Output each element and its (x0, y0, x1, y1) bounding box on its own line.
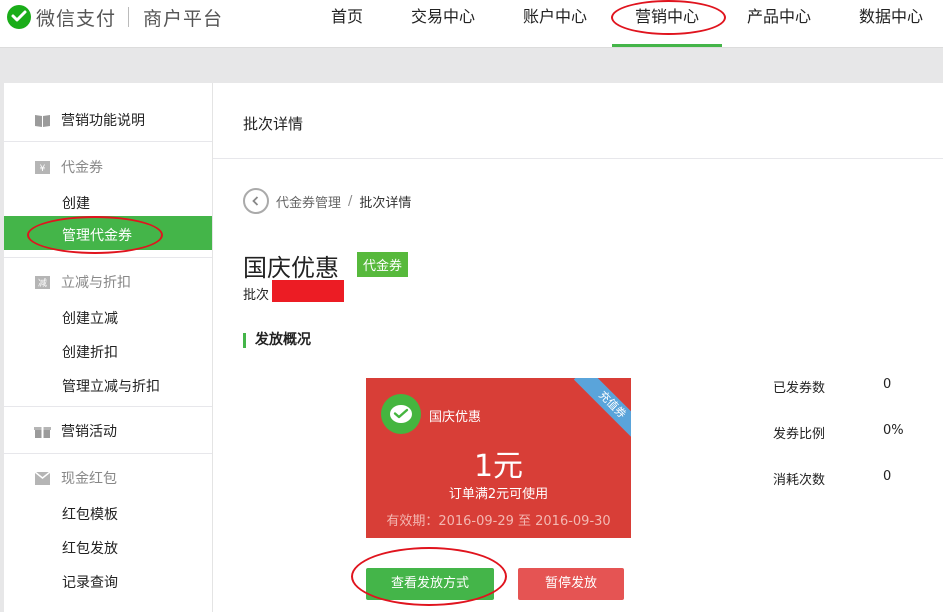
sidebar-intro-label: 营销功能说明 (61, 113, 145, 129)
coupon-name: 国庆优惠 (429, 410, 482, 425)
sidebar-activity-label: 营销活动 (61, 424, 117, 440)
sidebar-divider (4, 453, 212, 454)
wechat-icon (381, 394, 421, 434)
svg-text:减: 减 (38, 277, 47, 289)
nav-product-center[interactable]: 产品中心 (746, 0, 812, 47)
sidebar-item-manage-voucher-label: 管理代金券 (62, 228, 132, 244)
back-button[interactable] (243, 188, 269, 214)
sidebar-item-create-discount[interactable]: 创建折扣 (62, 342, 118, 362)
page-title: 国庆优惠 (243, 254, 339, 282)
brand-logo[interactable]: 微信支付 商户平台 (6, 4, 223, 30)
svg-text:¥: ¥ (40, 164, 46, 174)
stat-ratio-label: 发券比例 (773, 427, 826, 442)
nav-marketing-center[interactable]: 营销中心 (612, 0, 722, 47)
sidebar-group-redpacket: 现金红包 (34, 468, 117, 488)
breadcrumb: 代金券管理 / 批次详情 (243, 188, 411, 214)
view-distribution-button[interactable]: 查看发放方式 (366, 568, 494, 600)
sidebar-item-redpacket-template[interactable]: 红包模板 (62, 504, 118, 524)
stat-consumed-label: 消耗次数 (773, 473, 826, 488)
sidebar-divider (4, 406, 212, 407)
nav-data-center[interactable]: 数据中心 (858, 0, 924, 47)
book-icon (35, 114, 50, 127)
sidebar-item-activity[interactable]: 营销活动 (34, 421, 117, 441)
batch-label: 批次 (243, 288, 270, 303)
coupon-value: 1元 (473, 449, 524, 484)
brand-divider (128, 7, 130, 27)
sidebar: 营销功能说明 ¥ 代金券 创建 管理代金券 减 立减与折扣 创建立减 创建折扣 … (4, 83, 213, 612)
section-title: 发放概况 (243, 333, 311, 348)
page-header-title: 批次详情 (243, 115, 304, 133)
breadcrumb-separator: / (348, 193, 353, 209)
sidebar-group-voucher: ¥ 代金券 (34, 157, 103, 177)
brand-subtitle: 商户平台 (143, 7, 224, 30)
voucher-type-badge: 代金券 (357, 252, 409, 277)
sidebar-divider (4, 257, 212, 258)
stat-ratio-value: 0% (883, 423, 904, 438)
brand-name: 微信支付 (36, 7, 117, 30)
stat-consumed-value: 0 (883, 469, 892, 484)
chevron-left-icon (252, 196, 259, 206)
coupon-validity: 有效期：2016-09-29 至 2016-09-30 (386, 514, 611, 529)
breadcrumb-parent[interactable]: 代金券管理 (276, 192, 341, 211)
coupon-ribbon: 充值券 (573, 378, 631, 444)
wechat-pay-icon (7, 5, 31, 29)
sidebar-redpacket-title: 现金红包 (61, 471, 117, 487)
page-header: 批次详情 (213, 83, 943, 159)
pause-distribution-button[interactable]: 暂停发放 (518, 568, 624, 600)
nav-account-center[interactable]: 账户中心 (522, 0, 588, 47)
sidebar-item-manage-discount[interactable]: 管理立减与折扣 (62, 376, 160, 396)
stat-issued-label: 已发券数 (773, 381, 826, 396)
stat-issued-value: 0 (883, 377, 892, 392)
sidebar-item-record-query[interactable]: 记录查询 (62, 572, 118, 592)
nav-home[interactable]: 首页 (330, 0, 364, 47)
sidebar-discount-title: 立减与折扣 (61, 275, 131, 291)
nav-trade-center[interactable]: 交易中心 (410, 0, 476, 47)
sidebar-item-intro[interactable]: 营销功能说明 (34, 110, 145, 130)
sidebar-item-create-voucher[interactable]: 创建 (62, 193, 90, 213)
discount-icon: 减 (35, 275, 50, 289)
main-panel: 批次详情 代金券管理 / 批次详情 国庆优惠 代金券 批次 发放概况 国庆优惠 … (213, 83, 943, 612)
coupon-preview: 国庆优惠 1元 订单满2元可使用 有效期：2016-09-29 至 2016-0… (366, 378, 631, 538)
sidebar-divider (4, 141, 212, 142)
top-nav-bar: 微信支付 商户平台 首页 交易中心 账户中心 营销中心 产品中心 数据中心 (0, 0, 943, 48)
breadcrumb-current: 批次详情 (359, 195, 412, 211)
sidebar-item-redpacket-send[interactable]: 红包发放 (62, 538, 118, 558)
sidebar-item-create-reduction[interactable]: 创建立减 (62, 308, 118, 328)
voucher-icon: ¥ (35, 160, 50, 174)
sidebar-group-discount: 减 立减与折扣 (34, 272, 131, 292)
red-packet-icon (34, 470, 51, 485)
redacted-batch-id (272, 280, 344, 302)
sidebar-item-manage-voucher[interactable]: 管理代金券 (4, 216, 212, 250)
coupon-condition: 订单满2元可使用 (448, 487, 549, 502)
gift-icon (34, 426, 51, 438)
sidebar-voucher-title: 代金券 (61, 160, 103, 176)
